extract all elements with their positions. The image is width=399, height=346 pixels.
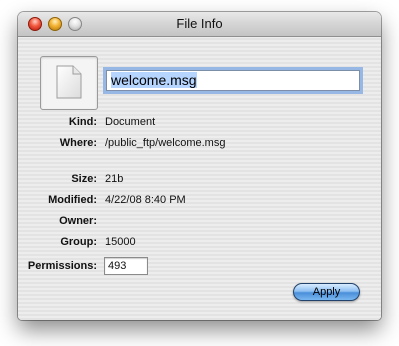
where-label: Where:: [59, 137, 97, 149]
modified-label: Modified:: [48, 194, 97, 206]
permissions-label: Permissions:: [27, 260, 97, 272]
modified-value: 4/22/08 8:40 PM: [105, 194, 186, 206]
group-label: Group:: [60, 236, 97, 248]
document-icon: [56, 65, 82, 99]
filename-input[interactable]: welcome.msg: [106, 70, 360, 91]
size-label: Size:: [71, 173, 97, 185]
file-info-window: File Info welcome.msg Kind: Document Whe…: [18, 12, 381, 320]
file-icon-well: [40, 56, 98, 110]
where-value: /public_ftp/welcome.msg: [105, 137, 226, 149]
apply-button[interactable]: Apply: [293, 283, 360, 301]
kind-value: Document: [105, 116, 156, 128]
permissions-input[interactable]: 493: [104, 257, 148, 275]
size-value: 21b: [105, 173, 124, 185]
filename-text: welcome.msg: [111, 72, 197, 88]
owner-label: Owner:: [59, 215, 97, 227]
title-bar[interactable]: File Info: [18, 12, 381, 37]
group-value: 15000: [105, 236, 136, 248]
window-title: File Info: [176, 16, 223, 31]
kind-label: Kind:: [68, 116, 97, 128]
